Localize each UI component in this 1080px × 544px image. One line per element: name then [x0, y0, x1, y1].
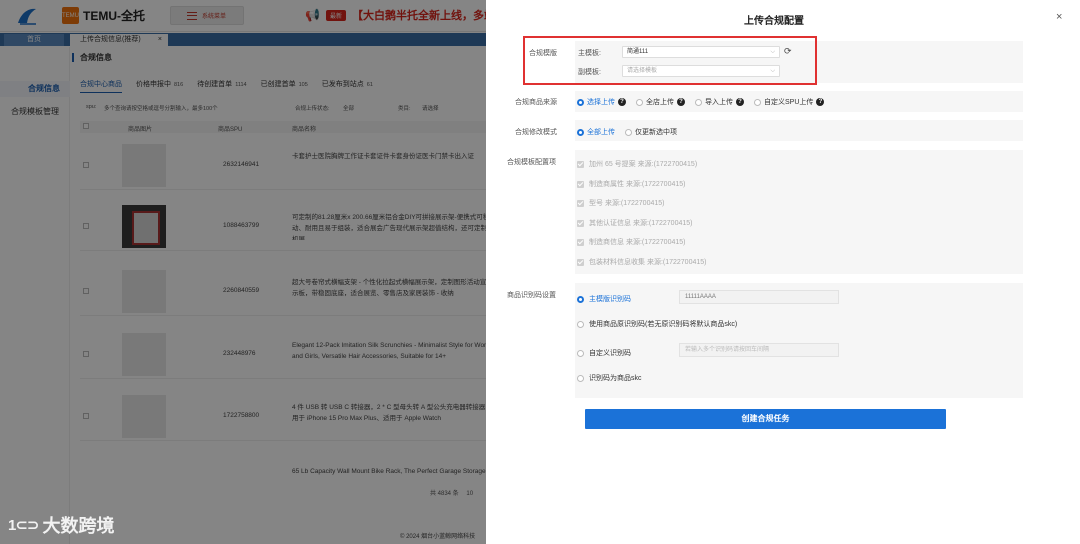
config-item-checkbox: 制造商信息 来源:(1722700415) — [577, 237, 685, 247]
radio-dot — [625, 128, 632, 136]
check-icon — [577, 258, 584, 266]
radio-dot — [577, 295, 584, 303]
radio-dot — [636, 98, 643, 106]
config-item-checkbox: 包装材料信息收集 来源:(1722700415) — [577, 257, 706, 267]
template-label: 合规模版 — [529, 50, 557, 57]
refresh-icon[interactable]: ⟳ — [784, 46, 792, 57]
help-icon[interactable]: ? — [677, 98, 685, 106]
mode-label: 合规修改模式 — [515, 129, 557, 136]
sub-template-select[interactable]: 请选择模板 ⌵ — [622, 65, 780, 77]
config-item-checkbox: 制造商属性 来源:(1722700415) — [577, 179, 685, 189]
check-icon — [577, 238, 584, 246]
identifier-option-original[interactable]: 使用商品原识别码(若无原识别码将默认商品skc) — [577, 319, 737, 329]
sub-template-label: 副模板: — [578, 69, 601, 76]
identifier-option-skc[interactable]: 识别码为商品skc — [577, 373, 642, 383]
watermark-text: 大数跨境 — [42, 516, 115, 536]
radio-dot — [577, 349, 584, 357]
main-template-value: 简通111 — [627, 49, 649, 55]
watermark-logo: 1⊂⊃ — [8, 517, 40, 534]
main-identifier-input[interactable]: 11111AAAA — [679, 290, 839, 304]
watermark: 1⊂⊃ 大数跨境 — [8, 512, 114, 538]
highlight-box — [523, 36, 817, 85]
radio-dot — [577, 128, 584, 136]
close-icon[interactable]: × — [1056, 11, 1062, 23]
help-icon[interactable]: ? — [618, 98, 626, 106]
check-icon — [577, 160, 584, 168]
mode-radio-group: 全部上传 仅更新选中项 — [577, 127, 687, 137]
identifier-option-main[interactable]: 主模版识别码 — [577, 294, 631, 304]
source-option-custom-spu[interactable]: 自定义SPU上传 ? — [754, 97, 825, 107]
radio-dot — [695, 98, 702, 106]
drawer-title: 上传合规配置 — [744, 16, 804, 27]
radio-dot — [754, 98, 761, 106]
identifier-label: 商品识别码设置 — [507, 292, 556, 299]
help-icon[interactable]: ? — [736, 98, 744, 106]
chevron-down-icon: ⌵ — [770, 49, 775, 55]
source-option-whole-store[interactable]: 全店上传 ? — [636, 97, 685, 107]
source-label: 合规商品来源 — [515, 99, 557, 106]
radio-dot — [577, 320, 584, 328]
config-item-checkbox: 其他认证信息 来源:(1722700415) — [577, 218, 692, 228]
sub-template-placeholder: 请选择模板 — [627, 68, 658, 74]
source-option-import[interactable]: 导入上传 ? — [695, 97, 744, 107]
config-label: 合规模板配置项 — [507, 159, 556, 166]
identifier-option-custom[interactable]: 自定义识别码 — [577, 348, 631, 358]
config-item-checkbox: 型号 来源:(1722700415) — [577, 198, 664, 208]
check-icon — [577, 180, 584, 188]
help-icon[interactable]: ? — [816, 98, 825, 106]
source-radio-group: 选择上传 ? 全店上传 ? 导入上传 ? 自定义SPU上传 ? — [577, 97, 834, 107]
chevron-down-icon: ⌵ — [770, 68, 775, 74]
upload-config-drawer: 上传合规配置 × 合规模版 主模板: 简通111 ⌵ ⟳ 副模板: 请选择模板 … — [486, 0, 1080, 544]
check-icon — [577, 199, 584, 207]
main-template-label: 主模板: — [578, 50, 601, 57]
config-item-checkbox: 加州 65 号提案 来源:(1722700415) — [577, 159, 697, 169]
mode-option-selected-only[interactable]: 仅更新选中项 — [625, 127, 677, 137]
custom-identifier-input[interactable]: 若输入多个识别码请按回车间隔 — [679, 343, 839, 357]
radio-dot — [577, 374, 584, 382]
create-task-button[interactable]: 创建合规任务 — [585, 409, 946, 429]
mode-option-all[interactable]: 全部上传 — [577, 127, 615, 137]
radio-dot — [577, 98, 584, 106]
check-icon — [577, 219, 584, 227]
source-option-select[interactable]: 选择上传 ? — [577, 97, 626, 107]
main-template-select[interactable]: 简通111 ⌵ — [622, 46, 780, 58]
